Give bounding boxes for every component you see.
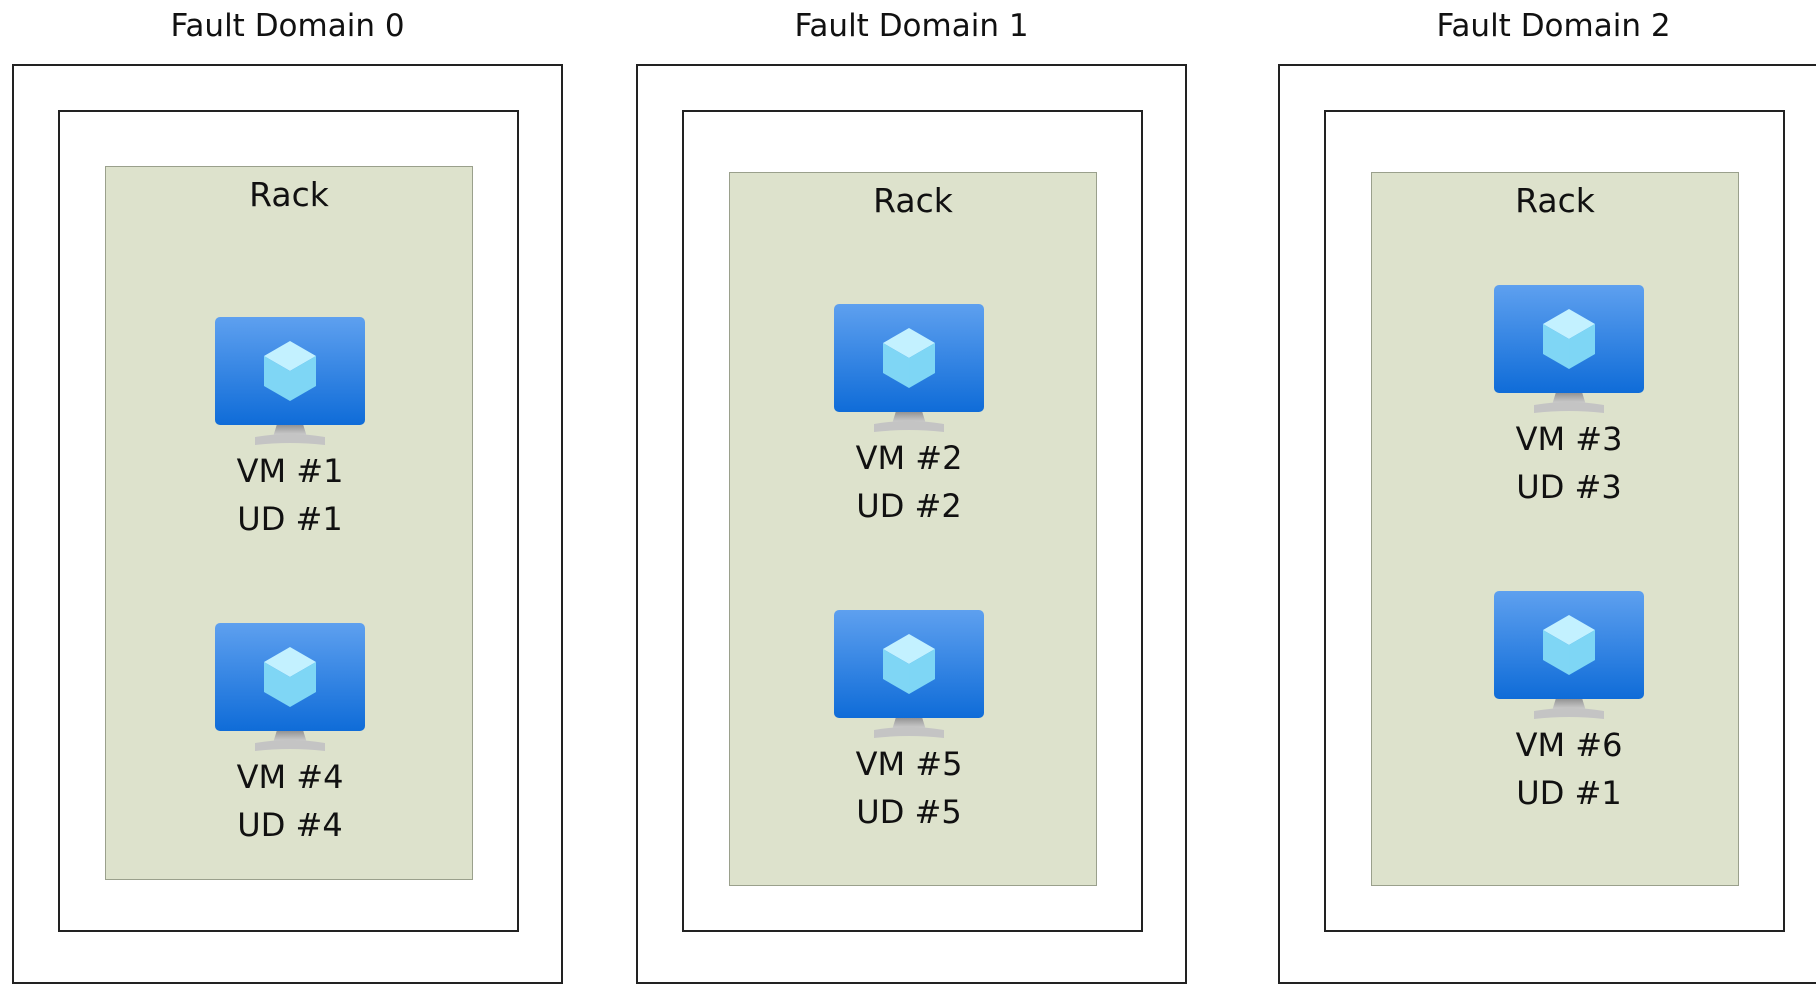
virtual-machine-icon xyxy=(834,610,984,738)
vm-name: VM #5 xyxy=(855,745,963,783)
vm-name: VM #4 xyxy=(236,758,344,796)
update-domain-label: UD #1 xyxy=(1516,774,1622,812)
virtual-machine-icon xyxy=(215,317,365,445)
rack-label: Rack xyxy=(873,181,953,220)
vm-2: VM #2 UD #2 xyxy=(834,304,984,530)
fault-domain-1: Rack VM #2 UD #2 VM #5 UD #5 xyxy=(636,64,1187,984)
vm-4: VM #4 UD #4 xyxy=(215,623,365,849)
update-domain-label: UD #2 xyxy=(856,487,962,525)
vm-name: VM #2 xyxy=(855,439,963,477)
virtual-machine-icon xyxy=(215,623,365,751)
rack: Rack VM #3 UD #3 VM #6 UD #1 xyxy=(1371,172,1739,886)
rack: Rack VM #1 UD #1 VM #4 UD #4 xyxy=(105,166,473,880)
vm-1: VM #1 UD #1 xyxy=(215,317,365,543)
vm-6: VM #6 UD #1 xyxy=(1494,591,1644,817)
fault-domain-title: Fault Domain 1 xyxy=(794,8,1029,44)
fault-domain-inner-box: Rack VM #2 UD #2 VM #5 UD #5 xyxy=(682,110,1143,932)
vm-name: VM #1 xyxy=(236,452,344,490)
virtual-machine-icon xyxy=(834,304,984,432)
fault-domain-0: Rack VM #1 UD #1 VM #4 UD #4 xyxy=(12,64,563,984)
vm-name: VM #6 xyxy=(1515,726,1623,764)
fault-domain-inner-box: Rack VM #1 UD #1 VM #4 UD #4 xyxy=(58,110,519,932)
update-domain-label: UD #4 xyxy=(237,806,343,844)
fault-domain-2: Rack VM #3 UD #3 VM #6 UD #1 xyxy=(1278,64,1816,984)
rack-label: Rack xyxy=(1515,181,1595,220)
rack: Rack VM #2 UD #2 VM #5 UD #5 xyxy=(729,172,1097,886)
update-domain-label: UD #5 xyxy=(856,793,962,831)
update-domain-label: UD #3 xyxy=(1516,468,1622,506)
vm-name: VM #3 xyxy=(1515,420,1623,458)
fault-domain-title: Fault Domain 0 xyxy=(170,8,405,44)
vm-3: VM #3 UD #3 xyxy=(1494,285,1644,511)
update-domain-label: UD #1 xyxy=(237,500,343,538)
fault-domain-inner-box: Rack VM #3 UD #3 VM #6 UD #1 xyxy=(1324,110,1785,932)
virtual-machine-icon xyxy=(1494,591,1644,719)
virtual-machine-icon xyxy=(1494,285,1644,413)
rack-label: Rack xyxy=(249,175,329,214)
fault-domain-title: Fault Domain 2 xyxy=(1436,8,1671,44)
vm-5: VM #5 UD #5 xyxy=(834,610,984,836)
